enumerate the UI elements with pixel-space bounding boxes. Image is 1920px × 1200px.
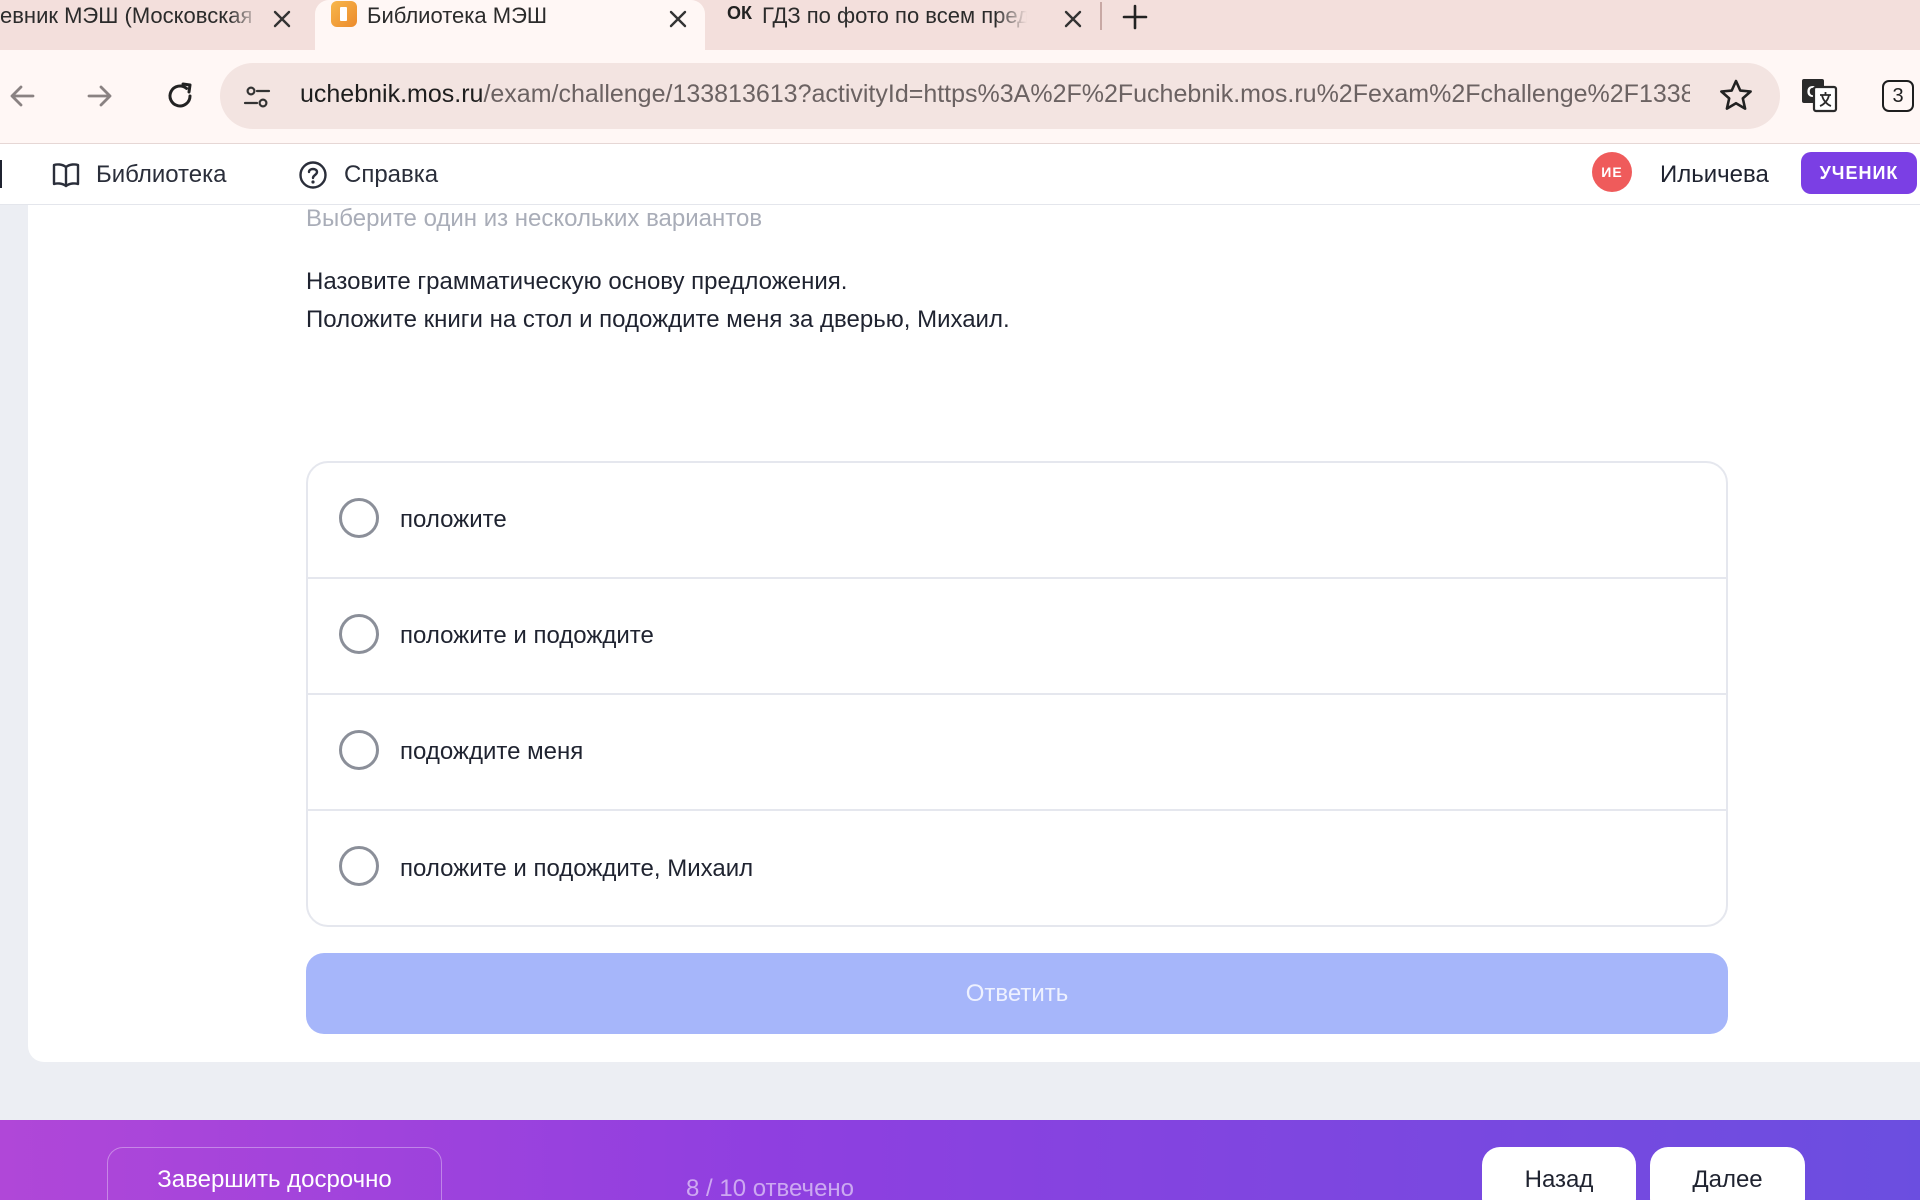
question-text: Назовите грамматическую основу предложен… (306, 263, 1010, 339)
role-badge: УЧЕНИК (1801, 152, 1917, 194)
extensions-count-badge[interactable]: 3 (1882, 80, 1914, 112)
finish-early-button[interactable]: Завершить досрочно (107, 1147, 442, 1200)
browser-tab-strip: евник МЭШ (Московская электронная школа)… (0, 0, 1920, 50)
close-icon[interactable] (1057, 3, 1089, 35)
help-link[interactable]: Справка (298, 144, 438, 205)
back-nav-button[interactable] (0, 74, 44, 118)
radio-button[interactable] (339, 730, 379, 770)
tab-gdz-photo[interactable]: ОК ГДЗ по фото по всем предметам (705, 0, 1100, 50)
open-book-icon (52, 162, 80, 187)
new-tab-button[interactable] (1118, 0, 1152, 34)
url-host: uchebnik.mos.ru (300, 80, 484, 108)
radio-button[interactable] (339, 846, 379, 886)
answer-option[interactable]: положите (308, 463, 1726, 579)
answered-progress: 8 / 10 отвечено (686, 1175, 855, 1200)
radio-button[interactable] (339, 614, 379, 654)
answer-options-list: положите положите и подождите подождите … (306, 461, 1728, 927)
site-settings-icon[interactable] (242, 82, 272, 112)
url-path: /exam/challenge/133813613?activityId=htt… (483, 80, 1690, 108)
answer-option[interactable]: положите и подождите, Михаил (308, 811, 1726, 925)
close-icon[interactable] (662, 3, 694, 35)
library-label: Библиотека (96, 160, 227, 188)
library-link[interactable]: Библиотека (52, 144, 227, 205)
bookmark-star-icon[interactable] (1718, 78, 1754, 114)
question-line: Положите книги на стол и подождите меня … (306, 306, 1010, 333)
plus-icon (1122, 4, 1148, 30)
reload-icon (168, 82, 192, 108)
radio-button[interactable] (339, 498, 379, 538)
answer-option[interactable]: положите и подождите (308, 579, 1726, 695)
task-card: Выберите один из нескольких вариантов На… (28, 205, 1920, 1062)
tab-title: Библиотека МЭШ (367, 3, 548, 28)
app-header: Библиотека Справка ИЕ Ильичева УЧЕНИК (0, 144, 1920, 205)
back-button[interactable]: Назад (1482, 1147, 1636, 1200)
task-instruction: Выберите один из нескольких вариантов (306, 205, 763, 232)
library-favicon-icon (331, 1, 357, 27)
browser-toolbar: uchebnik.mos.ru/exam/challenge/133813613… (0, 50, 1920, 144)
tab-title: евник МЭШ (Московская электронная школа) (0, 3, 260, 28)
ok-favicon-icon: ОК (727, 3, 752, 23)
google-translate-icon[interactable]: G (1800, 76, 1838, 114)
help-question-icon (299, 160, 327, 189)
arrow-right-icon (87, 85, 112, 107)
answer-option-label: положите и подождите (400, 622, 654, 649)
help-label: Справка (344, 160, 439, 188)
answer-option-label: положите (400, 506, 507, 533)
avatar[interactable]: ИЕ (1592, 152, 1632, 192)
header-edge-divider (0, 160, 2, 188)
forward-nav-button[interactable] (78, 74, 122, 118)
close-icon[interactable] (266, 3, 298, 35)
question-line: Назовите грамматическую основу предложен… (306, 268, 848, 295)
tab-separator (1100, 2, 1102, 30)
answer-option-label: положите и подождите, Михаил (400, 855, 754, 882)
arrow-left-icon (10, 85, 35, 107)
next-button[interactable]: Далее (1650, 1147, 1805, 1200)
submit-answer-button[interactable]: Ответить (306, 953, 1728, 1034)
url-text[interactable]: uchebnik.mos.ru/exam/challenge/133813613… (300, 80, 1690, 109)
tab-title: ГДЗ по фото по всем предметам (762, 3, 1027, 28)
user-name[interactable]: Ильичева (1660, 144, 1769, 205)
bottom-bar: Завершить досрочно 8 / 10 отвечено Назад… (0, 1120, 1920, 1200)
reload-button[interactable] (158, 74, 202, 118)
tab-mesh-library[interactable]: Библиотека МЭШ (315, 0, 705, 50)
address-bar[interactable]: uchebnik.mos.ru/exam/challenge/133813613… (220, 63, 1780, 129)
tab-moscow-school-diary[interactable]: евник МЭШ (Московская электронная школа) (0, 0, 315, 50)
answer-option-label: подождите меня (400, 738, 584, 765)
answer-option[interactable]: подождите меня (308, 695, 1726, 811)
